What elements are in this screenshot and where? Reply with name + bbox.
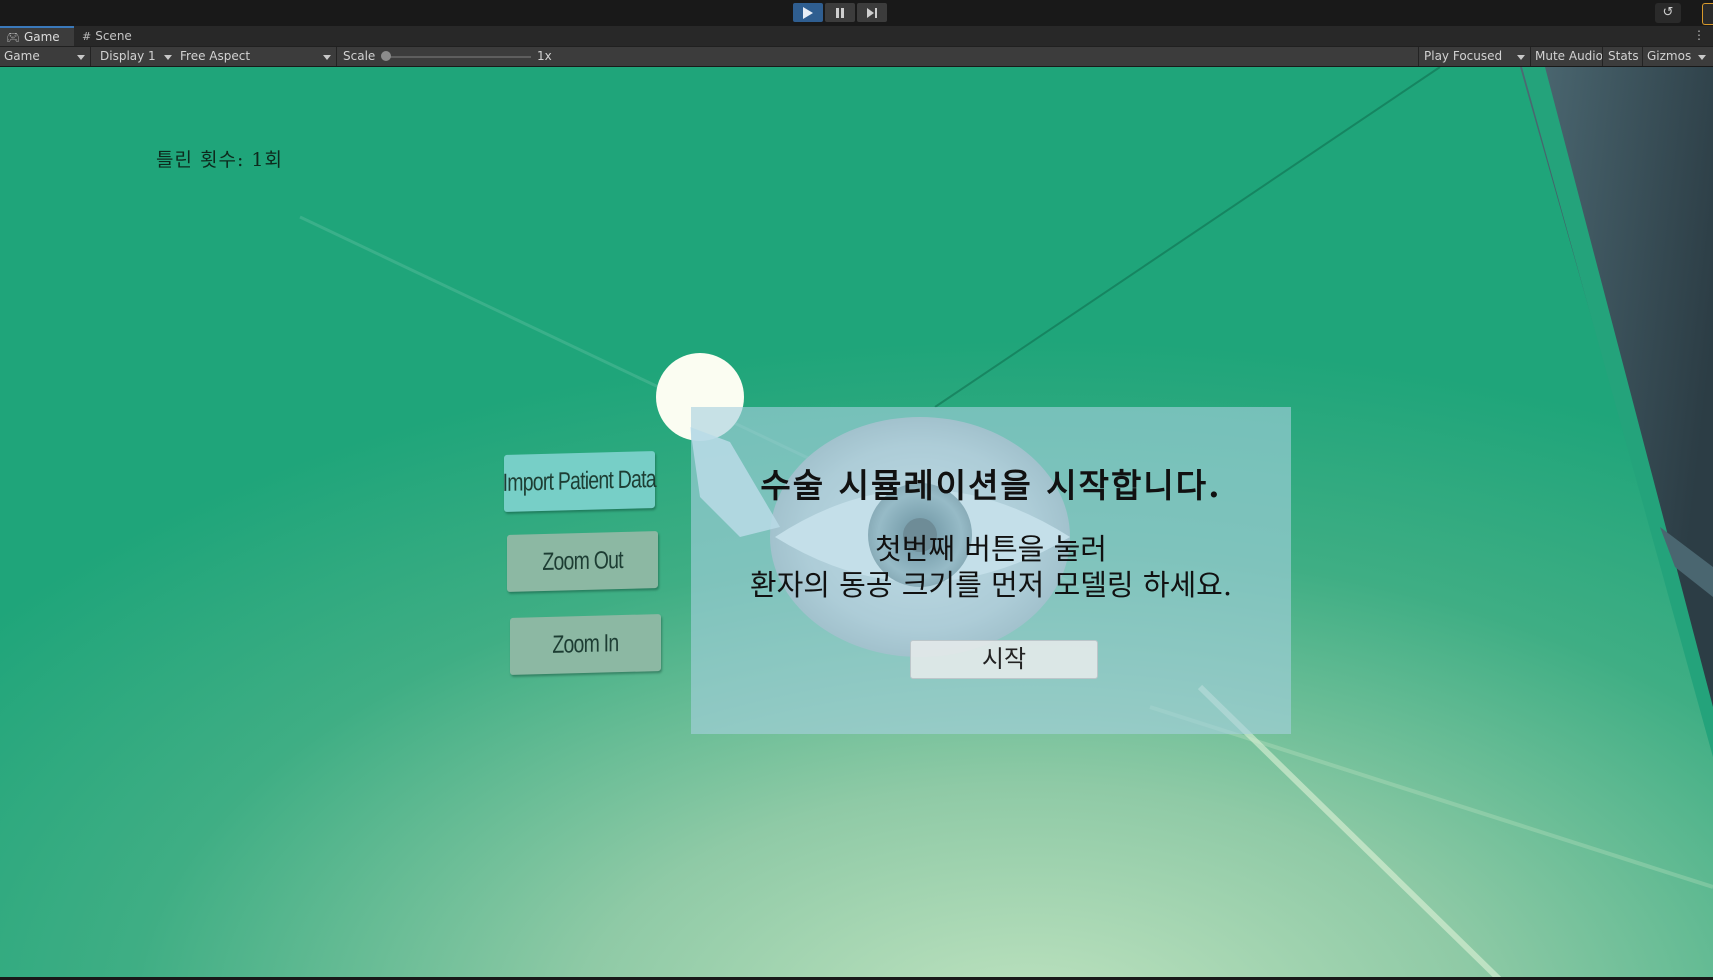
start-button[interactable]: 시작 (910, 640, 1098, 679)
zoom-in-button[interactable]: Zoom In (510, 614, 661, 675)
pause-button[interactable] (825, 3, 855, 22)
pause-icon (836, 8, 844, 18)
step-icon (867, 8, 877, 18)
grid-icon: # (82, 30, 92, 43)
editor-top-bar: ↺ (0, 0, 1713, 26)
toolbar-divider (1418, 47, 1419, 66)
game-dropdown[interactable]: Game (4, 47, 86, 66)
wrong-count-label: 틀린 횟수: 1회 (156, 149, 283, 171)
scale-slider-handle[interactable] (381, 51, 391, 61)
chevron-down-icon (323, 55, 331, 60)
toolbar-divider (1530, 47, 1531, 66)
chevron-down-icon (77, 55, 85, 60)
tab-game[interactable]: 🎮︎ Game (0, 26, 74, 46)
stats-toggle[interactable]: Stats (1608, 47, 1639, 66)
step-button[interactable] (857, 3, 887, 22)
more-options-icon[interactable]: ⋮ (1693, 28, 1705, 42)
view-tab-bar: 🎮︎ Game # Scene ⋮ (0, 26, 1713, 47)
scale-label: Scale (343, 49, 376, 63)
dialog-message: 첫번째 버튼을 눌러 환자의 동공 크기를 먼저 모델링 하세요. (691, 531, 1291, 603)
import-patient-data-button[interactable]: Import Patient Data (503, 451, 656, 512)
dialog-line-1: 첫번째 버튼을 눌러 (875, 532, 1107, 566)
dialog-line-2: 환자의 동공 크기를 먼저 모델링 하세요. (749, 568, 1233, 602)
account-chip[interactable] (1702, 3, 1713, 25)
play-icon (803, 7, 813, 19)
start-dialog: 수술 시뮬레이션을 시작합니다. 첫번째 버튼을 눌러 환자의 동공 크기를 먼… (691, 407, 1291, 734)
dialog-title: 수술 시뮬레이션을 시작합니다. (760, 466, 1222, 505)
toolbar-divider (1602, 47, 1603, 66)
toolbar-divider (90, 47, 91, 66)
history-icon[interactable]: ↺ (1655, 3, 1681, 23)
toolbar-divider (336, 47, 337, 66)
play-mode-dropdown[interactable]: Play Focused (1424, 47, 1528, 66)
chevron-down-icon (1698, 55, 1706, 60)
chevron-down-icon (164, 55, 172, 60)
mute-audio-toggle[interactable]: Mute Audio (1535, 47, 1603, 66)
scale-slider-track[interactable] (383, 56, 531, 58)
game-viewport[interactable]: 틀린 횟수: 1회 Import Patient Data Zoom Out Z… (0, 67, 1713, 980)
aspect-dropdown[interactable]: Free Aspect (180, 47, 330, 66)
game-view-toolbar: Game Display 1 Free Aspect Scale 1x Play… (0, 47, 1713, 67)
tab-scene[interactable]: # Scene (76, 26, 140, 46)
chevron-down-icon (1517, 55, 1525, 60)
display-dropdown[interactable]: Display 1 (100, 47, 170, 66)
gizmos-toggle[interactable]: Gizmos (1647, 47, 1691, 66)
zoom-out-button[interactable]: Zoom Out (507, 531, 658, 592)
scale-value: 1x (537, 49, 552, 63)
gamepad-icon: 🎮︎ (6, 31, 20, 44)
toolbar-divider (1642, 47, 1643, 66)
play-button[interactable] (793, 3, 823, 22)
